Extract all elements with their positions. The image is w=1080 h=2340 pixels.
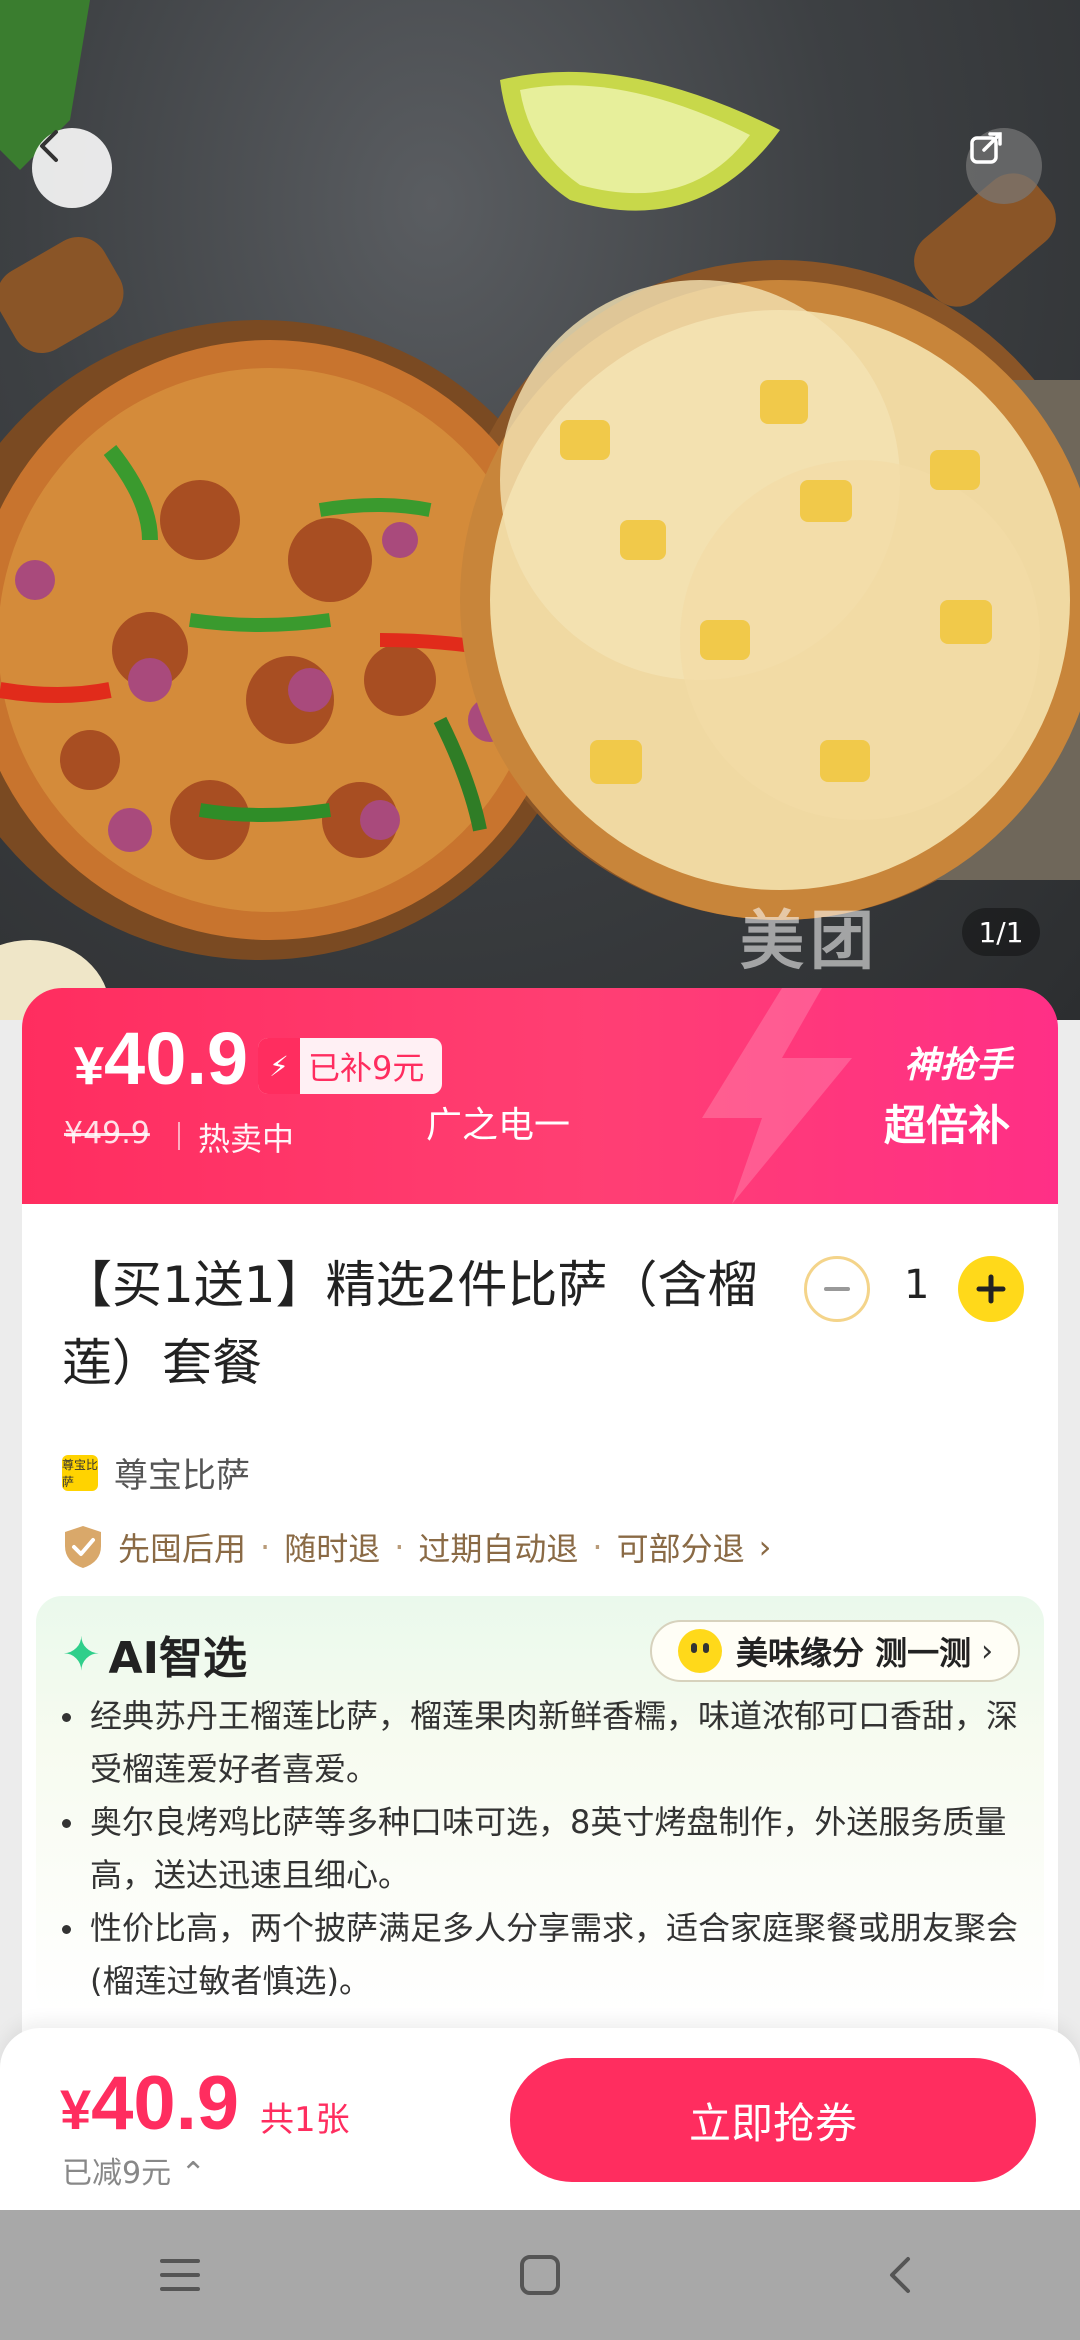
lightning-icon <box>702 988 852 1204</box>
sales-status: 热卖中 <box>198 1120 295 1158</box>
image-counter: 1/1 <box>962 908 1040 956</box>
watermark: 美团 <box>740 905 880 979</box>
ai-title: ✦ AI智选 <box>62 1627 247 1684</box>
system-navigation-bar <box>0 2210 1080 2340</box>
product-title: 【买1送1】精选2件比萨（含榴莲）套餐 <box>62 1256 758 1392</box>
shop-name: 尊宝比萨 <box>114 1456 250 1496</box>
menu-icon <box>160 2259 200 2291</box>
chevron-right-icon: › <box>758 1528 772 1566</box>
sparkle-icon: ✦ <box>62 1627 101 1681</box>
discount-detail-toggle[interactable]: 已减9元 ⌃ <box>62 2148 206 2192</box>
brand-text: 广之电一 <box>426 1105 571 1146</box>
guarantee-item: 先囤后用 <box>118 1530 247 1568</box>
current-price: ¥40.9 <box>74 1017 249 1100</box>
divider <box>178 1122 180 1150</box>
promo-label-top: 神抢手 <box>904 1045 1013 1086</box>
separator: · <box>260 1528 271 1566</box>
list-item: 经典苏丹王榴莲比萨，榴莲果肉新鲜香糯，味道浓郁可口香甜，深受榴莲爱好者喜爱。 <box>62 1690 1022 1796</box>
original-price: ¥49.9 <box>64 1116 150 1151</box>
back-triangle-icon <box>890 2257 910 2293</box>
guarantee-row[interactable]: 先囤后用 · 随时退 · 过期自动退 · 可部分退 › <box>62 1524 771 1570</box>
back-button[interactable] <box>32 128 112 208</box>
ai-bullet-list: 经典苏丹王榴莲比萨，榴莲果肉新鲜香糯，味道浓郁可口香甜，深受榴莲爱好者喜爱。 奥… <box>62 1690 1022 2008</box>
guarantee-item: 可部分退 <box>616 1530 745 1568</box>
pizza-photo <box>0 0 1080 1020</box>
guarantee-item: 随时退 <box>284 1530 381 1568</box>
share-icon <box>970 132 1002 164</box>
subsidy-badge: ⚡ 已补9元 <box>258 1038 443 1094</box>
voucher-count: 共1张 <box>260 2100 350 2140</box>
shop-row[interactable]: 尊宝比萨 尊宝比萨 <box>62 1448 250 1497</box>
checkout-price: ¥40.9 <box>60 2061 240 2146</box>
product-image[interactable]: 美团 1/1 <box>0 0 1080 1020</box>
chevron-left-icon <box>40 130 58 162</box>
decrease-quantity-button[interactable] <box>804 1256 870 1322</box>
buy-now-button[interactable]: 立即抢券 <box>510 2058 1036 2182</box>
quantity-value: 1 <box>904 1262 930 1308</box>
increase-quantity-button[interactable] <box>958 1256 1024 1322</box>
share-button[interactable] <box>966 128 1042 204</box>
system-back-button[interactable] <box>860 2235 940 2315</box>
separator: · <box>592 1528 603 1566</box>
plus-icon <box>976 1274 1006 1304</box>
separator: · <box>394 1528 405 1566</box>
price-banner: ¥40.9 ⚡ 已补9元 ¥49.9 热卖中 广之电一 神抢手 超倍补 <box>22 988 1058 1204</box>
bolt-icon: ⚡ <box>258 1038 300 1094</box>
list-item: 奥尔良烤鸡比萨等多种口味可选，8英寸烤盘制作，外送服务质量高，送达迅速且细心。 <box>62 1796 1022 1902</box>
home-button[interactable] <box>500 2235 580 2315</box>
taste-match-button[interactable]: 美味缘分 测一测 › <box>650 1620 1020 1682</box>
minus-icon <box>824 1287 850 1291</box>
guarantee-item: 过期自动退 <box>418 1530 579 1568</box>
smiley-face-icon <box>678 1629 722 1673</box>
promo-label-bottom: 超倍补 <box>884 1101 1011 1150</box>
chevron-right-icon: › <box>981 1633 994 1669</box>
shield-check-icon <box>65 1526 101 1568</box>
shop-logo: 尊宝比萨 <box>62 1454 98 1491</box>
recent-apps-button[interactable] <box>140 2235 220 2315</box>
home-square-icon <box>520 2255 560 2295</box>
list-item: 性价比高，两个披萨满足多人分享需求，适合家庭聚餐或朋友聚会(榴莲过敏者慎选)。 <box>62 1902 1022 2008</box>
